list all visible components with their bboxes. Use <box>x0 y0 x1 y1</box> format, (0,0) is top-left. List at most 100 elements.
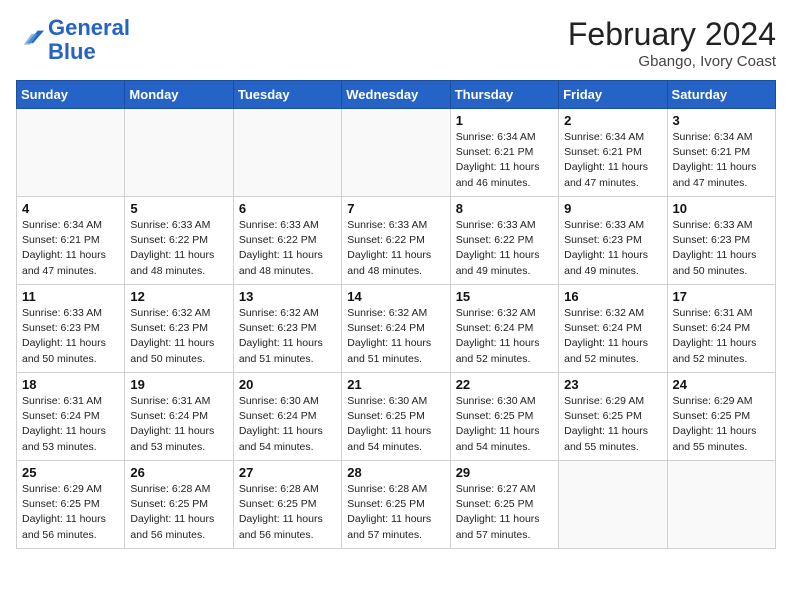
week-row-2: 4Sunrise: 6:34 AM Sunset: 6:21 PM Daylig… <box>17 197 776 285</box>
day-number: 8 <box>456 201 553 216</box>
week-row-1: 1 Sunrise: 6:34 AM Sunset: 6:21 PM Daylig… <box>17 109 776 197</box>
day-info: Sunrise: 6:32 AM Sunset: 6:24 PM Dayligh… <box>347 306 444 367</box>
calendar-cell: 28Sunrise: 6:28 AM Sunset: 6:25 PM Dayli… <box>342 461 450 549</box>
weekday-header-monday: Monday <box>125 81 233 109</box>
calendar-cell: 29Sunrise: 6:27 AM Sunset: 6:25 PM Dayli… <box>450 461 558 549</box>
calendar-cell: 8 Sunrise: 6:33 AM Sunset: 6:22 PM Daylig… <box>450 197 558 285</box>
day-number: 4 <box>22 201 119 216</box>
day-info: Sunrise: 6:31 AM Sunset: 6:24 PM Dayligh… <box>130 394 227 455</box>
day-info: Sunrise: 6:32 AM Sunset: 6:24 PM Dayligh… <box>564 306 661 367</box>
day-number: 10 <box>673 201 770 216</box>
calendar-cell: 9 Sunrise: 6:33 AM Sunset: 6:23 PM Daylig… <box>559 197 667 285</box>
day-number: 1 <box>456 113 553 128</box>
day-info: Sunrise: 6:31 AM Sunset: 6:24 PM Dayligh… <box>673 306 770 367</box>
calendar-cell: 27 Sunrise: 6:28 AM Sunset: 6:25 PM Dayli… <box>233 461 341 549</box>
weekday-header-saturday: Saturday <box>667 81 775 109</box>
week-row-3: 11 Sunrise: 6:33 AM Sunset: 6:23 PM Dayli… <box>17 285 776 373</box>
calendar-cell: 13Sunrise: 6:32 AM Sunset: 6:23 PM Dayli… <box>233 285 341 373</box>
logo: General Blue <box>16 16 130 64</box>
calendar-cell: 7Sunrise: 6:33 AM Sunset: 6:22 PM Daylig… <box>342 197 450 285</box>
calendar-cell: 15 Sunrise: 6:32 AM Sunset: 6:24 PM Dayli… <box>450 285 558 373</box>
calendar-cell: 17 Sunrise: 6:31 AM Sunset: 6:24 PM Dayli… <box>667 285 775 373</box>
calendar-cell: 14 Sunrise: 6:32 AM Sunset: 6:24 PM Dayli… <box>342 285 450 373</box>
weekday-header-sunday: Sunday <box>17 81 125 109</box>
day-number: 24 <box>673 377 770 392</box>
day-number: 7 <box>347 201 444 216</box>
calendar-cell: 22 Sunrise: 6:30 AM Sunset: 6:25 PM Dayli… <box>450 373 558 461</box>
day-number: 18 <box>22 377 119 392</box>
day-number: 12 <box>130 289 227 304</box>
calendar-cell: 10 Sunrise: 6:33 AM Sunset: 6:23 PM Dayli… <box>667 197 775 285</box>
day-number: 22 <box>456 377 553 392</box>
day-number: 14 <box>347 289 444 304</box>
day-info: Sunrise: 6:32 AM Sunset: 6:24 PM Dayligh… <box>456 306 553 367</box>
day-info: Sunrise: 6:29 AM Sunset: 6:25 PM Dayligh… <box>564 394 661 455</box>
calendar-cell <box>342 109 450 197</box>
logo-icon <box>16 26 44 54</box>
logo-text: General Blue <box>48 16 130 64</box>
calendar-cell: 19 Sunrise: 6:31 AM Sunset: 6:24 PM Dayli… <box>125 373 233 461</box>
day-number: 2 <box>564 113 661 128</box>
calendar-cell: 5 Sunrise: 6:33 AM Sunset: 6:22 PM Daylig… <box>125 197 233 285</box>
calendar-cell <box>667 461 775 549</box>
day-info: Sunrise: 6:32 AM Sunset: 6:23 PM Dayligh… <box>130 306 227 367</box>
calendar-cell: 18 Sunrise: 6:31 AM Sunset: 6:24 PM Dayli… <box>17 373 125 461</box>
day-info: Sunrise: 6:33 AM Sunset: 6:23 PM Dayligh… <box>673 218 770 279</box>
day-number: 17 <box>673 289 770 304</box>
day-info: Sunrise: 6:30 AM Sunset: 6:25 PM Dayligh… <box>347 394 444 455</box>
day-number: 3 <box>673 113 770 128</box>
calendar-cell: 23 Sunrise: 6:29 AM Sunset: 6:25 PM Dayli… <box>559 373 667 461</box>
calendar-cell: 2Sunrise: 6:34 AM Sunset: 6:21 PM Daylig… <box>559 109 667 197</box>
calendar-cell <box>125 109 233 197</box>
week-row-5: 25 Sunrise: 6:29 AM Sunset: 6:25 PM Dayli… <box>17 461 776 549</box>
day-number: 16 <box>564 289 661 304</box>
day-number: 15 <box>456 289 553 304</box>
calendar-cell: 3 Sunrise: 6:34 AM Sunset: 6:21 PM Daylig… <box>667 109 775 197</box>
weekday-header-tuesday: Tuesday <box>233 81 341 109</box>
day-number: 11 <box>22 289 119 304</box>
day-number: 9 <box>564 201 661 216</box>
day-info: Sunrise: 6:29 AM Sunset: 6:25 PM Dayligh… <box>22 482 119 543</box>
day-info: Sunrise: 6:28 AM Sunset: 6:25 PM Dayligh… <box>239 482 336 543</box>
day-number: 23 <box>564 377 661 392</box>
day-info: Sunrise: 6:29 AM Sunset: 6:25 PM Dayligh… <box>673 394 770 455</box>
day-info: Sunrise: 6:34 AM Sunset: 6:21 PM Dayligh… <box>673 130 770 191</box>
day-number: 19 <box>130 377 227 392</box>
day-number: 20 <box>239 377 336 392</box>
weekday-header-thursday: Thursday <box>450 81 558 109</box>
day-info: Sunrise: 6:27 AM Sunset: 6:25 PM Dayligh… <box>456 482 553 543</box>
weekday-header-wednesday: Wednesday <box>342 81 450 109</box>
day-info: Sunrise: 6:31 AM Sunset: 6:24 PM Dayligh… <box>22 394 119 455</box>
calendar-cell <box>17 109 125 197</box>
day-number: 5 <box>130 201 227 216</box>
day-info: Sunrise: 6:33 AM Sunset: 6:23 PM Dayligh… <box>22 306 119 367</box>
week-row-4: 18 Sunrise: 6:31 AM Sunset: 6:24 PM Dayli… <box>17 373 776 461</box>
day-number: 25 <box>22 465 119 480</box>
calendar-cell: 11 Sunrise: 6:33 AM Sunset: 6:23 PM Dayli… <box>17 285 125 373</box>
day-number: 13 <box>239 289 336 304</box>
calendar-cell: 24 Sunrise: 6:29 AM Sunset: 6:25 PM Dayli… <box>667 373 775 461</box>
day-info: Sunrise: 6:33 AM Sunset: 6:22 PM Dayligh… <box>130 218 227 279</box>
calendar-cell <box>233 109 341 197</box>
location: Gbango, Ivory Coast <box>568 53 776 70</box>
month-year: February 2024 <box>568 16 776 53</box>
calendar-table: SundayMondayTuesdayWednesdayThursdayFrid… <box>16 80 776 549</box>
day-number: 6 <box>239 201 336 216</box>
day-info: Sunrise: 6:33 AM Sunset: 6:23 PM Dayligh… <box>564 218 661 279</box>
day-info: Sunrise: 6:33 AM Sunset: 6:22 PM Dayligh… <box>239 218 336 279</box>
calendar-cell: 20 Sunrise: 6:30 AM Sunset: 6:24 PM Dayli… <box>233 373 341 461</box>
day-info: Sunrise: 6:33 AM Sunset: 6:22 PM Dayligh… <box>456 218 553 279</box>
calendar-cell: 12 Sunrise: 6:32 AM Sunset: 6:23 PM Dayli… <box>125 285 233 373</box>
title-block: February 2024 Gbango, Ivory Coast <box>568 16 776 70</box>
day-info: Sunrise: 6:34 AM Sunset: 6:21 PM Dayligh… <box>456 130 553 191</box>
day-info: Sunrise: 6:30 AM Sunset: 6:25 PM Dayligh… <box>456 394 553 455</box>
calendar-cell: 25 Sunrise: 6:29 AM Sunset: 6:25 PM Dayli… <box>17 461 125 549</box>
weekday-header-friday: Friday <box>559 81 667 109</box>
day-number: 28 <box>347 465 444 480</box>
day-info: Sunrise: 6:28 AM Sunset: 6:25 PM Dayligh… <box>130 482 227 543</box>
calendar-cell: 21Sunrise: 6:30 AM Sunset: 6:25 PM Dayli… <box>342 373 450 461</box>
day-info: Sunrise: 6:30 AM Sunset: 6:24 PM Dayligh… <box>239 394 336 455</box>
calendar-cell: 16 Sunrise: 6:32 AM Sunset: 6:24 PM Dayli… <box>559 285 667 373</box>
day-number: 27 <box>239 465 336 480</box>
day-number: 26 <box>130 465 227 480</box>
